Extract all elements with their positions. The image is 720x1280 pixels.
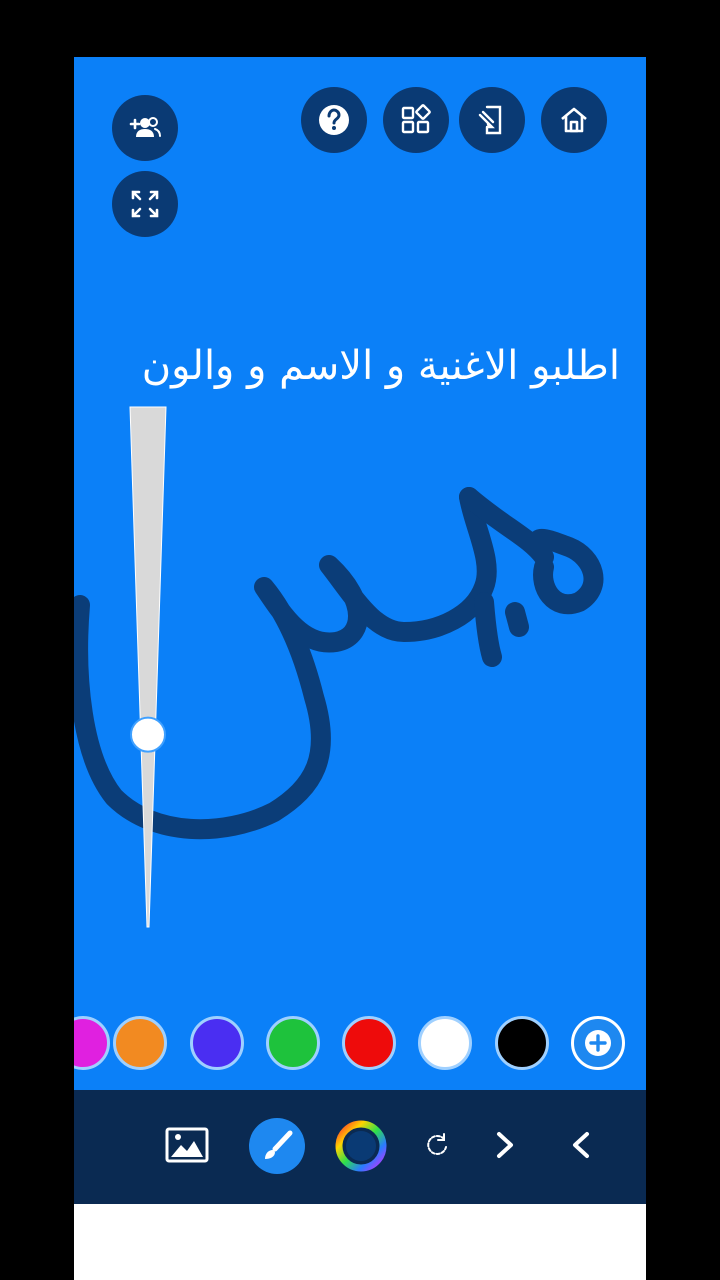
add-people-icon bbox=[129, 117, 161, 137]
undo-button[interactable] bbox=[562, 1126, 600, 1164]
chevron-right-icon bbox=[497, 1132, 513, 1158]
home-button[interactable] bbox=[541, 87, 607, 153]
help-button[interactable] bbox=[301, 87, 367, 153]
ink-stroke bbox=[505, 602, 529, 637]
swatch-orange[interactable] bbox=[113, 1016, 167, 1070]
slider-knob[interactable] bbox=[130, 716, 166, 753]
color-wheel-icon bbox=[335, 1120, 387, 1172]
swatch-white[interactable] bbox=[418, 1016, 472, 1070]
widgets-button[interactable] bbox=[383, 87, 449, 153]
add-color-button[interactable] bbox=[571, 1016, 625, 1070]
expand-icon bbox=[131, 190, 159, 218]
phone-edit-icon bbox=[478, 105, 502, 135]
bottom-toolbar bbox=[74, 1090, 646, 1204]
fullscreen-button[interactable] bbox=[112, 171, 178, 237]
home-icon bbox=[561, 107, 587, 133]
brush-tool[interactable] bbox=[249, 1118, 305, 1174]
plus-icon bbox=[585, 1030, 611, 1056]
rotate-icon bbox=[427, 1133, 447, 1155]
brush-icon bbox=[265, 1130, 293, 1159]
headline-text: اطلبو الاغنية و الاسم و والون bbox=[141, 343, 620, 389]
question-icon bbox=[319, 105, 349, 135]
brush-size-slider[interactable] bbox=[128, 405, 168, 935]
image-tool[interactable] bbox=[162, 1120, 212, 1170]
ink-stroke bbox=[474, 592, 502, 667]
chevron-left-icon bbox=[573, 1132, 589, 1158]
color-picker[interactable] bbox=[333, 1118, 389, 1174]
redo-button[interactable] bbox=[486, 1126, 524, 1164]
add-friends-button[interactable] bbox=[112, 95, 178, 161]
rotate-tool[interactable] bbox=[419, 1126, 457, 1164]
screen-button[interactable] bbox=[459, 87, 525, 153]
swatch-red[interactable] bbox=[342, 1016, 396, 1070]
drawing-app: اطلبو الاغنية و الاسم و والون bbox=[74, 57, 646, 1204]
widgets-icon bbox=[401, 104, 431, 134]
swatch-green[interactable] bbox=[266, 1016, 320, 1070]
swatch-indigo[interactable] bbox=[190, 1016, 244, 1070]
system-area bbox=[74, 1204, 646, 1280]
image-icon bbox=[165, 1127, 209, 1163]
swatch-black[interactable] bbox=[495, 1016, 549, 1070]
